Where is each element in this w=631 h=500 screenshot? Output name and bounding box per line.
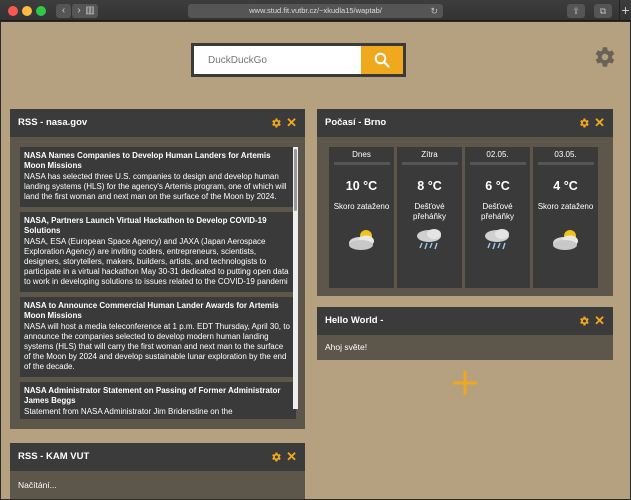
hello-world-widget: Hello World - ✕ Ahoj světe! [317,307,613,360]
day-description: Skoro zataženo [333,202,390,211]
rss-nasa-widget: RSS - nasa.gov ✕ NASA Names Companies to… [10,109,305,429]
day-name: 03.05. [554,150,577,159]
browser-toolbar: ‹ › ▥ www.stud.fit.vutbr.cz/~xkudla15/wa… [0,0,631,21]
page: RSS - nasa.gov ✕ NASA Names Companies to… [1,22,630,499]
forecast-day: Dnes 10 °C Skoro zataženo [329,147,394,288]
rss-kam-widget: RSS - KAM VUT ✕ Načítání... [10,443,305,499]
rain-showers-icon [416,229,441,250]
rss-item-title[interactable]: NASA Administrator Statement on Passing … [24,386,292,406]
day-temperature: 6 °C [485,179,510,193]
back-button[interactable]: ‹ [56,4,71,18]
day-name: Dnes [352,150,371,159]
day-divider [469,162,526,165]
rss-item-description: Statement from NASA Administrator Jim Br… [24,407,233,416]
sidebar-toggle-button[interactable]: ▥ [82,4,98,18]
day-divider [537,162,594,165]
address-url: www.stud.fit.vutbr.cz/~xkudla15/waptab/ [249,6,382,15]
rss-item[interactable]: NASA, Partners Launch Virtual Hackathon … [20,212,296,292]
widget-title: RSS - KAM VUT [18,451,90,462]
share-button[interactable]: ⇪ [567,4,585,18]
rss-item-description: NASA will host a media teleconference at… [24,322,290,371]
widget-settings-gear-icon[interactable] [578,117,590,129]
day-description: Skoro zataženo [537,202,594,211]
widget-settings-gear-icon[interactable] [270,117,282,129]
day-temperature: 4 °C [553,179,578,193]
widget-close-icon[interactable]: ✕ [594,314,605,327]
partly-cloudy-icon [348,230,374,250]
rss-item[interactable]: NASA Administrator Statement on Passing … [20,382,296,419]
rss-item-description: NASA, ESA (European Space Agency) and JA… [24,237,289,286]
widget-settings-gear-icon[interactable] [270,451,282,463]
widget-settings-gear-icon[interactable] [578,315,590,327]
close-window-button[interactable] [8,6,18,16]
day-divider [333,162,390,165]
rss-item-title[interactable]: NASA Names Companies to Develop Human La… [24,151,292,171]
rss-nasa-header: RSS - nasa.gov ✕ [10,109,305,137]
forecast-day: Zítra 8 °C Dešťové přeháňky [397,147,462,288]
show-tabs-button[interactable]: ⧉ [594,4,612,18]
day-temperature: 10 °C [345,179,378,193]
day-description: Dešťové přeháňky [413,202,446,221]
rss-item[interactable]: NASA Names Companies to Develop Human La… [20,147,296,207]
widget-close-icon[interactable]: ✕ [286,450,297,463]
rss-kam-header: RSS - KAM VUT ✕ [10,443,305,471]
rss-scrollbar-thumb[interactable] [294,149,297,211]
rss-item-title[interactable]: NASA, Partners Launch Virtual Hackathon … [24,216,292,236]
forecast-day: 03.05. 4 °C Skoro zataženo [533,147,598,288]
widget-close-icon[interactable]: ✕ [286,116,297,129]
day-description: Dešťové přeháňky [481,202,514,221]
widget-title: RSS - nasa.gov [18,117,88,128]
weather-widget: Počasí - Brno ✕ Dnes 10 °C Skoro zatažen… [317,109,613,296]
weather-header: Počasí - Brno ✕ [317,109,613,137]
rain-showers-icon [484,229,509,250]
search-box [191,43,406,77]
day-name: Zítra [421,150,438,159]
zoom-window-button[interactable] [36,6,46,16]
add-widget-plus-icon[interactable] [452,370,478,396]
search-icon [374,52,390,68]
widget-title: Hello World - [325,315,384,326]
rss-kam-loading-text: Načítání... [18,480,57,490]
search-button[interactable] [361,46,403,74]
reload-icon[interactable]: ↻ [430,4,438,18]
rss-item-description: NASA has selected three U.S. companies t… [24,172,287,201]
minimize-window-button[interactable] [22,6,32,16]
day-name: 02.05. [486,150,509,159]
forecast-day: 02.05. 6 °C Dešťové přeháňky [465,147,530,288]
hello-header: Hello World - ✕ [317,307,613,335]
forecast-days: Dnes 10 °C Skoro zataženo Zítra 8 °C Deš… [329,147,598,288]
widget-close-icon[interactable]: ✕ [594,116,605,129]
search-input[interactable] [194,46,361,74]
address-bar[interactable]: www.stud.fit.vutbr.cz/~xkudla15/waptab/ … [188,4,443,18]
day-divider [401,162,458,165]
settings-gear-icon[interactable] [591,44,617,70]
widget-title: Počasí - Brno [325,117,387,128]
rss-scrollbar[interactable] [293,147,298,409]
new-tab-button[interactable]: + [619,0,631,21]
hello-content: Ahoj světe! [325,342,368,352]
partly-cloudy-icon [552,230,578,250]
rss-item-list: NASA Names Companies to Develop Human La… [20,147,296,419]
rss-item[interactable]: NASA to Announce Commercial Human Lander… [20,297,296,377]
day-temperature: 8 °C [417,179,442,193]
rss-item-title[interactable]: NASA to Announce Commercial Human Lander… [24,301,292,321]
